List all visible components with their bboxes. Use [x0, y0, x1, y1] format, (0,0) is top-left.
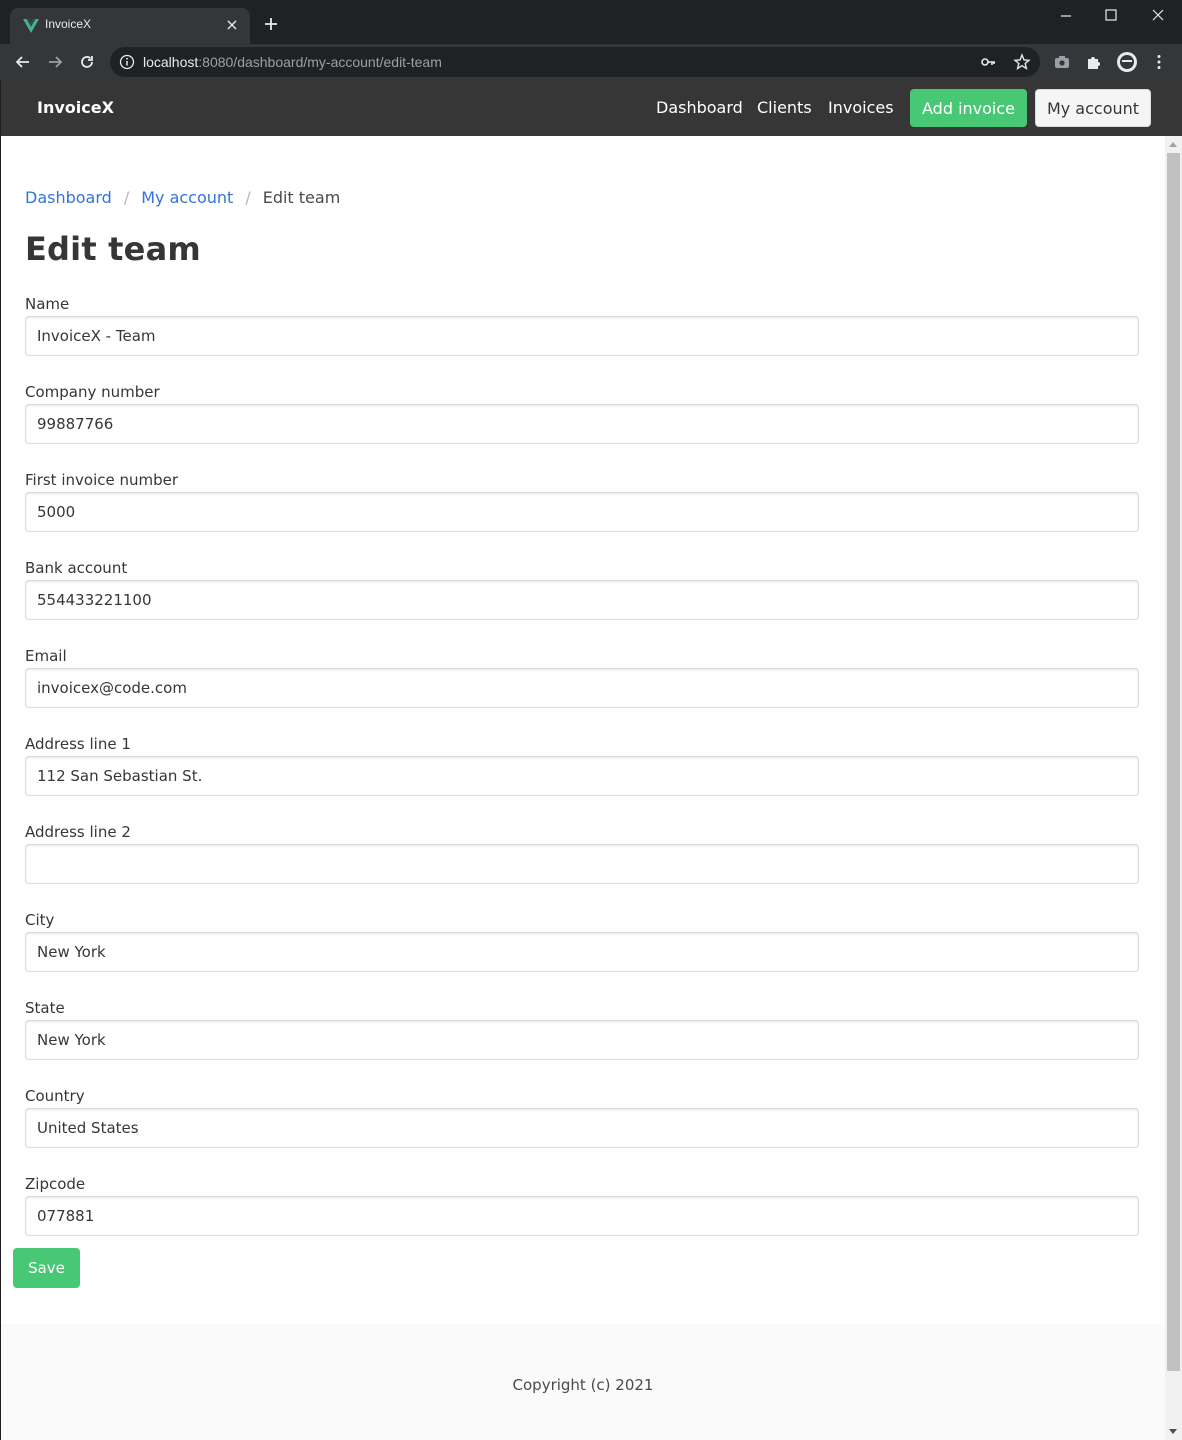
address-line-2-input[interactable] — [25, 844, 1139, 884]
browser-tabstrip: InvoiceX × — [0, 0, 1182, 44]
scroll-up-arrow-icon[interactable] — [1169, 142, 1177, 147]
page-title: Edit team — [25, 230, 201, 268]
forward-arrow-icon[interactable] — [46, 53, 64, 71]
reload-icon[interactable] — [78, 53, 96, 71]
address-bar[interactable]: localhost:8080/dashboard/my-account/edit… — [110, 47, 1040, 77]
zipcode-label: Zipcode — [25, 1175, 86, 1193]
vue-logo-icon — [23, 19, 39, 33]
url-text: localhost:8080/dashboard/my-account/edit… — [143, 54, 442, 70]
camera-extension-icon[interactable] — [1053, 53, 1071, 71]
address-line-1-label: Address line 1 — [25, 735, 131, 753]
tab-close-icon[interactable]: × — [224, 17, 240, 33]
breadcrumb: Dashboard / My account / Edit team — [25, 188, 340, 207]
browser-menu-icon[interactable] — [1150, 53, 1168, 71]
country-input[interactable] — [25, 1108, 1139, 1148]
zipcode-input[interactable] — [25, 1196, 1139, 1236]
window-close-icon[interactable] — [1146, 6, 1170, 26]
copyright-text: Copyright (c) 2021 — [512, 1376, 654, 1394]
first-invoice-number-input[interactable] — [25, 492, 1139, 532]
nav-link-dashboard[interactable]: Dashboard — [656, 98, 743, 117]
email-input[interactable] — [25, 668, 1139, 708]
breadcrumb-separator: / — [123, 188, 130, 207]
company-number-label: Company number — [25, 383, 160, 401]
brand-logo[interactable]: InvoiceX — [37, 98, 114, 117]
browser-toolbar: localhost:8080/dashboard/my-account/edit… — [0, 44, 1182, 80]
new-tab-icon[interactable] — [262, 15, 280, 33]
extensions-puzzle-icon[interactable] — [1085, 53, 1103, 71]
city-label: City — [25, 911, 55, 929]
add-invoice-button[interactable]: Add invoice — [910, 89, 1027, 127]
state-label: State — [25, 999, 65, 1017]
back-arrow-icon[interactable] — [14, 53, 32, 71]
key-icon[interactable] — [980, 54, 996, 70]
page-scrollbar[interactable] — [1165, 136, 1182, 1440]
breadcrumb-dashboard[interactable]: Dashboard — [25, 188, 112, 207]
browser-tab[interactable]: InvoiceX × — [10, 8, 250, 44]
address-line-2-label: Address line 2 — [25, 823, 131, 841]
scroll-down-arrow-icon[interactable] — [1169, 1429, 1177, 1434]
save-button[interactable]: Save — [13, 1248, 80, 1288]
city-input[interactable] — [25, 932, 1139, 972]
bank-account-input[interactable] — [25, 580, 1139, 620]
breadcrumb-separator: / — [245, 188, 251, 207]
breadcrumb-current: Edit team — [262, 188, 341, 207]
breadcrumb-my-account[interactable]: My account — [141, 188, 233, 207]
scrollbar-thumb[interactable] — [1167, 153, 1180, 1371]
page-viewport: InvoiceX Dashboard Clients Invoices Add … — [1, 80, 1182, 1440]
company-number-input[interactable] — [25, 404, 1139, 444]
state-input[interactable] — [25, 1020, 1139, 1060]
nav-link-clients[interactable]: Clients — [757, 98, 812, 117]
url-host: localhost — [143, 54, 199, 70]
my-account-button[interactable]: My account — [1035, 89, 1151, 127]
first-invoice-number-label: First invoice number — [25, 471, 179, 489]
name-label: Name — [25, 295, 70, 313]
bookmark-star-icon[interactable] — [1013, 53, 1031, 71]
tab-title: InvoiceX — [45, 17, 92, 31]
maximize-icon[interactable] — [1099, 6, 1123, 26]
nav-link-invoices[interactable]: Invoices — [828, 98, 894, 117]
site-info-icon[interactable] — [119, 54, 135, 70]
name-input[interactable] — [25, 316, 1139, 356]
email-label: Email — [25, 647, 67, 665]
app-navbar: InvoiceX Dashboard Clients Invoices Add … — [1, 80, 1182, 136]
url-path: :8080/dashboard/my-account/edit-team — [198, 54, 442, 70]
profile-avatar-icon[interactable] — [1116, 51, 1138, 73]
country-label: Country — [25, 1087, 85, 1105]
page-footer: Copyright (c) 2021 — [1, 1324, 1165, 1440]
minimize-icon[interactable] — [1054, 6, 1078, 26]
bank-account-label: Bank account — [25, 559, 128, 577]
address-line-1-input[interactable] — [25, 756, 1139, 796]
